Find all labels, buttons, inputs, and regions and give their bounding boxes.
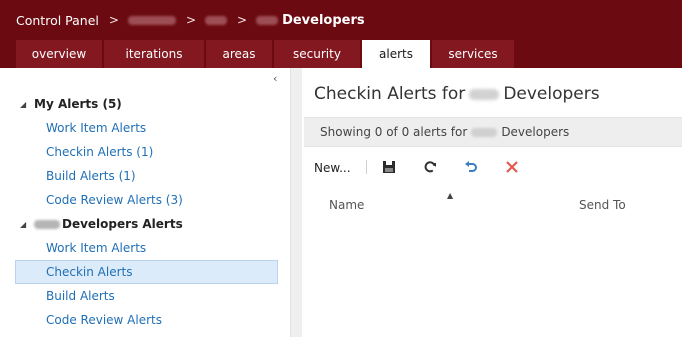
- tab-security[interactable]: security: [274, 40, 360, 68]
- breadcrumb-root[interactable]: Control Panel: [16, 13, 99, 28]
- breadcrumb-redacted-project[interactable]: [205, 15, 228, 25]
- alerts-tree-panel: ‹ ◢ My Alerts (5) Work Item Alerts Check…: [0, 68, 290, 337]
- tree-item-work-item-alerts[interactable]: Work Item Alerts: [15, 116, 278, 140]
- group-team-alerts[interactable]: ◢ Developers Alerts: [20, 215, 183, 233]
- refresh-icon[interactable]: [421, 158, 439, 176]
- panel-splitter[interactable]: [290, 68, 302, 337]
- breadcrumb-redacted-collection[interactable]: [127, 15, 176, 25]
- alerts-content-panel: Checkin Alerts for Developers Showing 0 …: [302, 68, 682, 337]
- tree-item-team-build-alerts[interactable]: Build Alerts: [15, 284, 278, 308]
- group-my-alerts[interactable]: ◢ My Alerts (5): [20, 95, 122, 113]
- collapse-panel-icon[interactable]: ‹: [273, 72, 283, 85]
- tree-item-team-checkin-alerts[interactable]: Checkin Alerts: [15, 260, 278, 284]
- save-icon[interactable]: [380, 158, 398, 176]
- breadcrumb-separator: >: [185, 13, 197, 27]
- breadcrumb-redacted-team-prefix: [256, 15, 279, 25]
- tree-item-team-code-review-alerts[interactable]: Code Review Alerts: [15, 308, 278, 332]
- tree-item-code-review-alerts[interactable]: Code Review Alerts (3): [15, 188, 278, 212]
- breadcrumb-separator: >: [237, 13, 248, 27]
- title-suffix: Developers: [503, 84, 600, 104]
- alerts-count-text: Showing 0 of 0 alerts for Developers: [320, 125, 569, 139]
- expanded-triangle-icon[interactable]: ◢: [20, 220, 34, 229]
- redacted-team-name: [471, 127, 498, 137]
- count-suffix: Developers: [501, 125, 570, 139]
- toolbar-separator: [366, 160, 367, 174]
- count-prefix: Showing 0 of 0 alerts for: [320, 125, 468, 139]
- alerts-toolbar: New...: [304, 152, 682, 184]
- tab-bar: overview iterations areas security alert…: [16, 40, 516, 68]
- redacted-team-name: [469, 88, 500, 100]
- tab-alerts[interactable]: alerts: [362, 40, 430, 68]
- tab-services[interactable]: services: [432, 40, 514, 68]
- breadcrumb-separator: >: [108, 13, 119, 27]
- undo-icon[interactable]: [462, 158, 480, 176]
- tree-item-team-work-item-alerts[interactable]: Work Item Alerts: [15, 236, 278, 260]
- breadcrumb: Control Panel > > > Developers: [16, 11, 365, 29]
- group-title: Developers Alerts: [62, 217, 183, 231]
- app-header: Control Panel > > > Developers overview …: [0, 0, 682, 68]
- tab-iterations[interactable]: iterations: [104, 40, 204, 68]
- column-header-name[interactable]: Name: [329, 198, 364, 212]
- tab-areas[interactable]: areas: [206, 40, 272, 68]
- expanded-triangle-icon[interactable]: ◢: [20, 100, 34, 109]
- redacted-team-name: [34, 219, 60, 229]
- delete-icon[interactable]: [503, 158, 521, 176]
- tab-overview[interactable]: overview: [16, 40, 102, 68]
- column-header-send-to[interactable]: Send To: [579, 198, 626, 212]
- page-title: Checkin Alerts for Developers: [314, 84, 600, 104]
- sort-ascending-icon: ▲: [447, 191, 454, 200]
- breadcrumb-current: Developers: [282, 12, 365, 28]
- title-prefix: Checkin Alerts for: [314, 84, 466, 104]
- group-title: My Alerts (5): [34, 97, 122, 111]
- tree-item-checkin-alerts[interactable]: Checkin Alerts (1): [15, 140, 278, 164]
- alerts-count-bar: Showing 0 of 0 alerts for Developers: [304, 117, 682, 147]
- tree-item-build-alerts[interactable]: Build Alerts (1): [15, 164, 278, 188]
- new-alert-button[interactable]: New...: [314, 161, 351, 175]
